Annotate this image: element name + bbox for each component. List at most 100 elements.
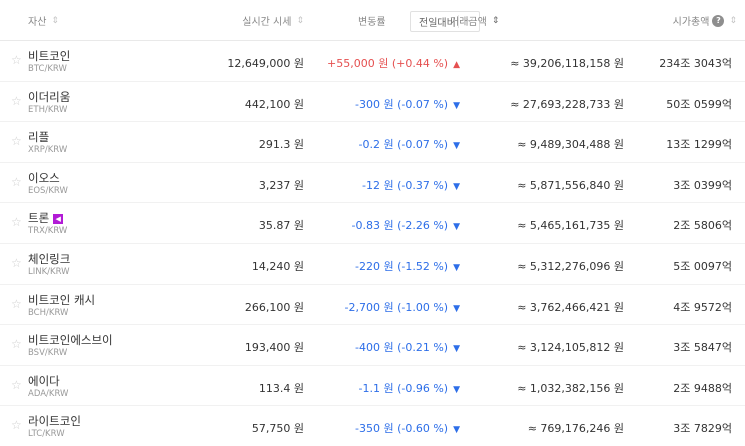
table-row[interactable]: ☆ 라이트코인 LTC/KRW 57,750 원 -350 원 (-0.60 %) ▼ ≈ …	[0, 406, 745, 446]
asset-volume: ≈ 5,312,276,096 원	[517, 259, 624, 273]
table-row[interactable]: ☆ 비트코인 캐시 BCH/KRW 266,100 원 -2,700 원 (-1.00 …	[0, 285, 745, 326]
asset-price: 442,100 원	[244, 97, 304, 111]
favorite-star-icon[interactable]: ☆	[11, 256, 22, 270]
table-body: ☆ 비트코인 BTC/KRW 12,649,000 원 +55,000 원 (+0.44…	[0, 41, 745, 446]
column-price-label: 실시간 시세	[242, 17, 292, 28]
favorite-star-icon[interactable]: ☆	[11, 418, 22, 432]
asset-pair: LTC/KRW	[28, 429, 65, 440]
triangle-down-icon: ▼	[453, 222, 460, 233]
column-volume[interactable]: 거래금액 ⇕	[450, 0, 629, 41]
table-row[interactable]: ☆ 이오스 EOS/KRW 3,237 원 -12 원 (-0.37 %) ▼ ≈ 5,87…	[0, 163, 745, 204]
asset-market-cap: 3조 0399억	[673, 178, 732, 192]
asset-price: 3,237 원	[258, 178, 304, 192]
triangle-down-icon: ▼	[453, 141, 460, 152]
table-row[interactable]: ☆ 비트코인에스브이 BSV/KRW 193,400 원 -400 원 (-0.21 %…	[0, 325, 745, 366]
asset-market-cap: 50조 0599억	[666, 97, 732, 111]
asset-name-text: 체인링크	[28, 251, 71, 266]
help-icon[interactable]: ?	[712, 14, 725, 27]
column-change: 변동률	[358, 0, 386, 41]
asset-change-text: -1.1 원 (-0.96 %)	[358, 381, 449, 395]
table-row[interactable]: ☆ 이더리움 ETH/KRW 442,100 원 -300 원 (-0.07 %) ▼ ≈ …	[0, 82, 745, 123]
asset-price: 193,400 원	[244, 341, 304, 355]
asset-change-text: -0.2 원 (-0.07 %)	[358, 138, 449, 152]
asset-volume: ≈ 9,489,304,488 원	[517, 138, 624, 152]
asset-pair: TRX/KRW	[28, 226, 68, 237]
asset-name-text: 라이트코인	[28, 414, 81, 429]
asset-change: -400 원 (-0.21 %) ▼	[355, 339, 460, 355]
asset-volume: ≈ 3,124,105,812 원	[517, 341, 624, 355]
asset-name[interactable]: 비트코인 캐시	[28, 292, 95, 308]
table-row[interactable]: ☆ 리플 XRP/KRW 291.3 원 -0.2 원 (-0.07 %) ▼ ≈ 9,48…	[0, 122, 745, 163]
asset-market-cap: 4조 9572억	[673, 300, 732, 314]
favorite-star-icon[interactable]: ☆	[11, 94, 22, 108]
sort-desc-icon[interactable]: ⇕	[492, 16, 500, 26]
favorite-star-icon[interactable]: ☆	[11, 134, 22, 148]
table-row[interactable]: ☆ 체인링크 LINK/KRW 14,240 원 -220 원 (-1.52 %) ▼ ≈ …	[0, 244, 745, 285]
asset-name[interactable]: 에이다	[28, 373, 60, 389]
table-row[interactable]: ☆ 트론 ◀ TRX/KRW 35.87 원 -0.83 원 (-2.26 %) ▼ ≈ 5,…	[0, 203, 745, 244]
asset-market-cap: 2조 5806억	[673, 219, 732, 233]
favorite-star-icon[interactable]: ☆	[11, 378, 22, 392]
asset-volume: ≈ 769,176,246 원	[527, 422, 624, 436]
asset-volume: ≈ 3,762,466,421 원	[517, 300, 624, 314]
triangle-down-icon: ▼	[453, 262, 460, 273]
favorite-star-icon[interactable]: ☆	[11, 215, 22, 229]
asset-price: 57,750 원	[251, 422, 304, 436]
asset-pair: BSV/KRW	[28, 348, 68, 359]
asset-market-cap: 234조 3043억	[659, 57, 732, 70]
asset-pair: EOS/KRW	[28, 185, 68, 196]
asset-name[interactable]: 라이트코인	[28, 413, 81, 429]
asset-change: -1.1 원 (-0.96 %) ▼	[359, 380, 461, 396]
column-price[interactable]: 실시간 시세 ⇕	[242, 0, 304, 41]
asset-price: 12,649,000 원	[227, 57, 304, 70]
asset-volume: ≈ 39,206,118,158 원	[510, 57, 624, 70]
asset-pair: XRP/KRW	[28, 145, 68, 156]
asset-change-text: -300 원 (-0.07 %)	[355, 97, 449, 111]
sort-icon[interactable]: ⇕	[729, 16, 737, 26]
asset-change-text: -400 원 (-0.21 %)	[355, 341, 449, 355]
triangle-down-icon: ▼	[453, 181, 460, 192]
asset-change-text: -2,700 원 (-1.00 %)	[344, 300, 449, 314]
table-row[interactable]: ☆ 비트코인 BTC/KRW 12,649,000 원 +55,000 원 (+0.44…	[0, 41, 745, 82]
asset-name-text: 에이다	[28, 373, 60, 388]
triangle-down-icon: ▼	[453, 425, 460, 436]
asset-pair: ETH/KRW	[28, 104, 68, 115]
asset-name[interactable]: 비트코인에스브이	[28, 332, 113, 348]
asset-name[interactable]: 리플	[28, 129, 49, 145]
asset-change: -0.83 원 (-2.26 %) ▼	[352, 217, 461, 233]
asset-price: 35.87 원	[258, 219, 304, 233]
asset-market-cap: 5조 0097억	[673, 259, 732, 273]
triangle-down-icon: ▼	[453, 100, 460, 111]
triangle-down-icon: ▼	[453, 384, 460, 395]
column-change-label: 변동률	[358, 17, 386, 28]
asset-name-text: 이더리움	[28, 89, 71, 104]
asset-pair: ADA/KRW	[28, 388, 69, 399]
asset-volume: ≈ 5,465,161,735 원	[517, 219, 624, 233]
asset-change-text: -220 원 (-1.52 %)	[355, 259, 449, 273]
column-market-cap[interactable]: 시가총액 ? ⇕	[673, 0, 737, 41]
sort-icon[interactable]: ⇕	[51, 16, 59, 26]
asset-change: -350 원 (-0.60 %) ▼	[355, 420, 460, 436]
asset-name-text: 비트코인에스브이	[28, 333, 113, 348]
favorite-star-icon[interactable]: ☆	[11, 337, 22, 351]
favorite-star-icon[interactable]: ☆	[11, 297, 22, 311]
asset-market-cap: 13조 1299억	[666, 138, 732, 152]
asset-name[interactable]: 트론 ◀	[28, 210, 64, 226]
market-table: 자산 ⇕ 실시간 시세 ⇕ 변동률 전일대비 ⌵ 거래금액 ⇕ 시가총액 ? ⇕…	[0, 0, 745, 446]
column-asset[interactable]: 자산 ⇕	[28, 0, 59, 41]
sort-icon[interactable]: ⇕	[296, 16, 304, 26]
asset-name-text: 비트코인 캐시	[28, 292, 96, 307]
asset-name[interactable]: 이더리움	[28, 89, 70, 105]
asset-name[interactable]: 비트코인	[28, 48, 70, 64]
asset-name-text: 리플	[28, 130, 50, 145]
asset-volume: ≈ 27,693,228,733 원	[510, 97, 624, 111]
asset-name[interactable]: 체인링크	[28, 251, 70, 267]
asset-change: -220 원 (-1.52 %) ▼	[355, 258, 460, 274]
asset-name[interactable]: 이오스	[28, 170, 60, 186]
notice-icon: ◀	[53, 214, 64, 225]
favorite-star-icon[interactable]: ☆	[11, 175, 22, 189]
asset-market-cap: 3조 7829억	[673, 422, 732, 436]
table-row[interactable]: ☆ 에이다 ADA/KRW 113.4 원 -1.1 원 (-0.96 %) ▼ ≈ 1,0…	[0, 366, 745, 407]
favorite-star-icon[interactable]: ☆	[11, 53, 22, 67]
asset-change: +55,000 원 (+0.44 %) ▲	[327, 55, 460, 71]
